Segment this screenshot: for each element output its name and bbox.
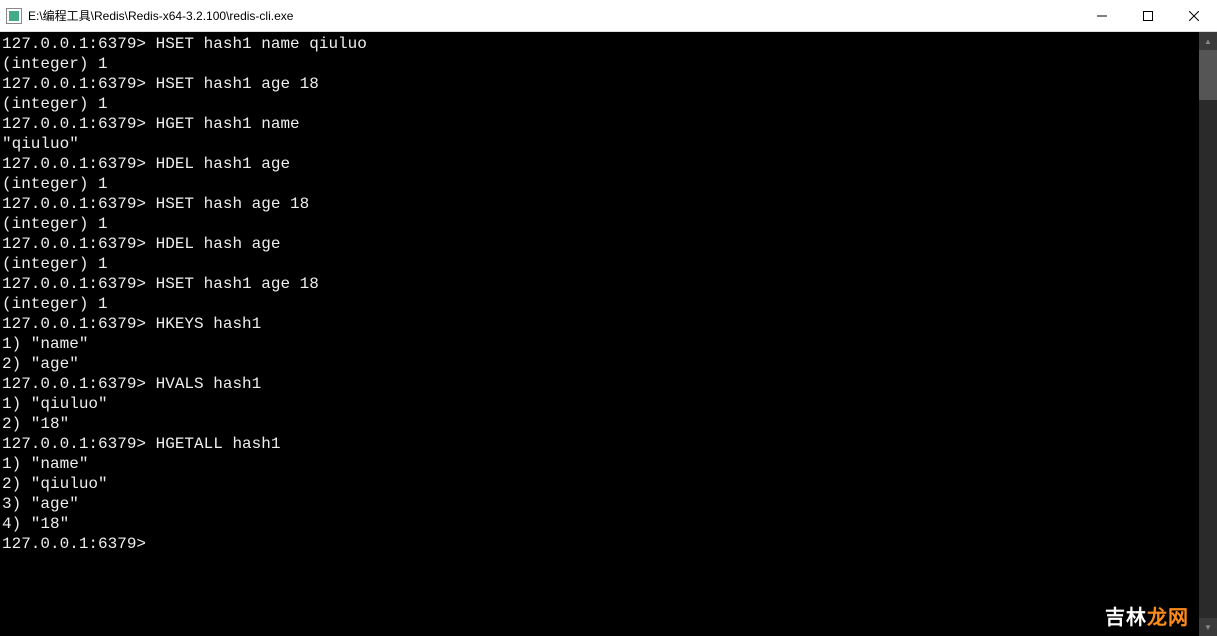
watermark: 吉林龙网: [1105, 601, 1189, 630]
close-icon: [1189, 11, 1199, 21]
scrollbar-vertical[interactable]: ▲ ▼: [1199, 32, 1217, 636]
minimize-button[interactable]: [1079, 0, 1125, 32]
minimize-icon: [1097, 11, 1107, 21]
scroll-down-button[interactable]: ▼: [1199, 618, 1217, 636]
scroll-thumb[interactable]: [1199, 50, 1217, 100]
watermark-suffix: 龙网: [1147, 607, 1189, 629]
scroll-up-button[interactable]: ▲: [1199, 32, 1217, 50]
terminal-output[interactable]: 127.0.0.1:6379> HSET hash1 name qiuluo (…: [0, 32, 1199, 636]
window-titlebar: E:\编程工具\Redis\Redis-x64-3.2.100\redis-cl…: [0, 0, 1217, 32]
watermark-prefix: 吉林: [1105, 607, 1147, 629]
close-button[interactable]: [1171, 0, 1217, 32]
app-icon: [6, 8, 22, 24]
maximize-icon: [1143, 11, 1153, 21]
window-controls: [1079, 0, 1217, 31]
maximize-button[interactable]: [1125, 0, 1171, 32]
terminal-area: 127.0.0.1:6379> HSET hash1 name qiuluo (…: [0, 32, 1217, 636]
window-title: E:\编程工具\Redis\Redis-x64-3.2.100\redis-cl…: [28, 7, 293, 24]
titlebar-left: E:\编程工具\Redis\Redis-x64-3.2.100\redis-cl…: [0, 7, 293, 24]
